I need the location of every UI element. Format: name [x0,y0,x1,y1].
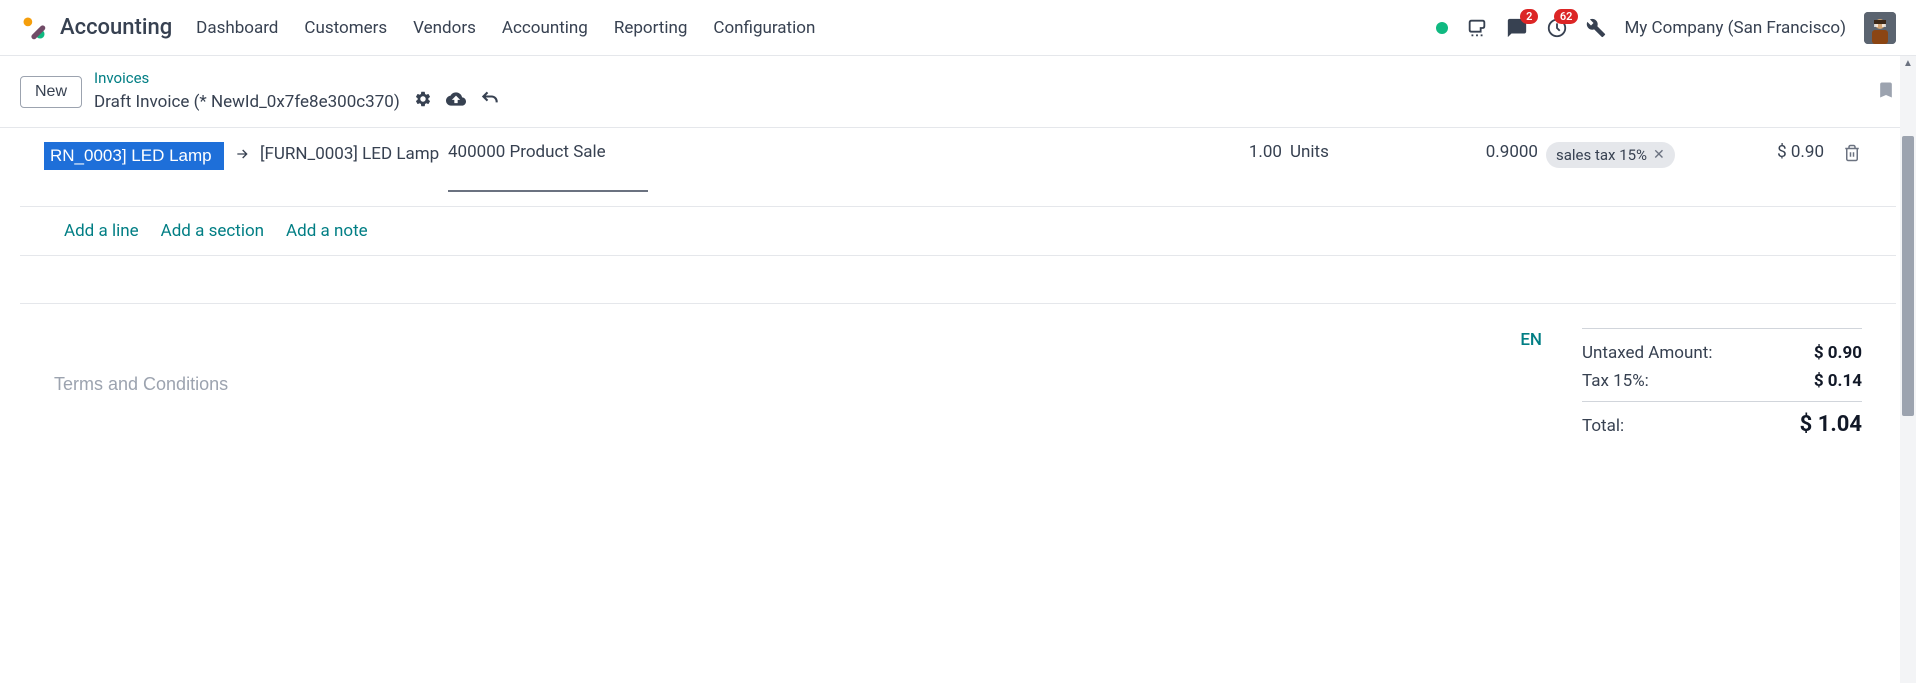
company-selector[interactable]: My Company (San Francisco) [1624,18,1846,38]
activities-icon[interactable]: 62 [1546,17,1568,39]
invoice-line-row: [FURN_0003] LED Lamp 400000 Product Sale… [20,128,1896,207]
product-label[interactable]: [FURN_0003] LED Lamp [260,142,440,168]
scroll-up-arrow[interactable]: ▲ [1902,56,1914,70]
add-actions-row: Add a line Add a section Add a note [20,207,1896,256]
grand-total-row: Total: $ 1.04 [1582,401,1862,441]
breadcrumb-parent[interactable]: Invoices [94,69,500,87]
activities-badge: 62 [1554,9,1579,24]
nav-menu: Dashboard Customers Vendors Accounting R… [196,18,815,38]
tax-label: sales tax 15% [1556,146,1647,164]
footer-area: EN Untaxed Amount: $ 0.90 Tax 15%: $ 0.1… [20,304,1896,465]
new-button[interactable]: New [20,76,82,108]
total-value: $ 1.04 [1800,412,1862,437]
nav-right: 2 62 My Company (San Francisco) [1436,12,1896,44]
account-field[interactable]: 400000 Product Sale [448,142,648,192]
product-input[interactable] [44,142,224,170]
totals-panel: Untaxed Amount: $ 0.90 Tax 15%: $ 0.14 T… [1582,328,1862,441]
nav-customers[interactable]: Customers [304,18,387,38]
record-title: Draft Invoice (* NewId_0x7fe8e300c370) [94,92,400,112]
add-line-link[interactable]: Add a line [64,221,139,241]
messages-icon[interactable]: 2 [1506,17,1528,39]
bookmark-icon[interactable] [1876,78,1896,106]
status-indicator [1436,22,1448,34]
add-section-link[interactable]: Add a section [161,221,264,241]
terms-input[interactable] [54,328,1480,441]
phone-icon[interactable] [1466,17,1488,39]
tax-remove-icon[interactable]: ✕ [1653,147,1665,163]
sub-header: New Invoices Draft Invoice (* NewId_0x7f… [0,56,1916,128]
scrollbar[interactable]: ▲ [1900,56,1916,683]
price-field[interactable]: 0.9000 [1378,142,1538,162]
nav-vendors[interactable]: Vendors [413,18,476,38]
tax-total-value: $ 0.14 [1814,371,1862,391]
delete-line-icon[interactable] [1832,142,1872,162]
nav-accounting[interactable]: Accounting [502,18,588,38]
nav-reporting[interactable]: Reporting [614,18,688,38]
breadcrumb-current: Draft Invoice (* NewId_0x7fe8e300c370) [94,89,500,114]
top-nav: Accounting Dashboard Customers Vendors A… [0,0,1916,56]
language-badge[interactable]: EN [1520,330,1542,350]
arrow-right-icon [232,142,252,162]
nav-dashboard[interactable]: Dashboard [196,18,278,38]
uom-field[interactable]: Units [1290,142,1370,162]
undo-icon[interactable] [480,89,500,114]
messages-badge: 2 [1520,9,1538,24]
untaxed-label: Untaxed Amount: [1582,343,1712,363]
tax-chip[interactable]: sales tax 15% ✕ [1546,142,1675,168]
gear-icon[interactable] [414,90,432,113]
subtotal-field: $ 0.90 [1694,142,1824,162]
add-note-link[interactable]: Add a note [286,221,368,241]
tools-icon[interactable] [1586,18,1606,38]
content-area: [FURN_0003] LED Lamp 400000 Product Sale… [0,128,1916,485]
scroll-thumb[interactable] [1902,136,1914,416]
quantity-field[interactable]: 1.00 [1202,142,1282,162]
untaxed-value: $ 0.90 [1814,343,1862,363]
breadcrumb: Invoices Draft Invoice (* NewId_0x7fe8e3… [94,69,500,114]
spacer-row [20,256,1896,304]
app-title[interactable]: Accounting [60,15,172,40]
untaxed-row: Untaxed Amount: $ 0.90 [1582,339,1862,367]
nav-configuration[interactable]: Configuration [713,18,815,38]
tax-row: Tax 15%: $ 0.14 [1582,367,1862,395]
total-label: Total: [1582,412,1624,437]
user-avatar[interactable] [1864,12,1896,44]
app-logo[interactable] [20,14,48,42]
tax-total-label: Tax 15%: [1582,371,1649,391]
tax-cell: sales tax 15% ✕ [1546,142,1686,168]
cloud-upload-icon[interactable] [446,89,466,114]
